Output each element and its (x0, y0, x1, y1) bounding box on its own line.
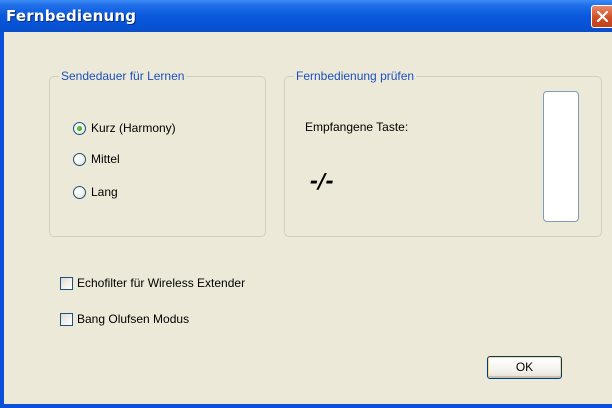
received-key-value: -/- (310, 169, 334, 193)
ok-button[interactable]: OK (487, 356, 562, 379)
checkbox-bang-olufsen-label: Bang Olufsen Modus (77, 312, 190, 326)
title-bar[interactable]: Fernbedienung (0, 0, 612, 32)
radio-kurz-button[interactable] (73, 121, 86, 135)
radio-kurz-label: Kurz (Harmony) (91, 121, 176, 135)
radio-lang[interactable]: Lang (73, 185, 118, 199)
radio-lang-label: Lang (91, 185, 118, 199)
group-sendedauer: Sendedauer für Lernen Kurz (Harmony) Mit… (49, 69, 266, 237)
radio-mittel-button[interactable] (73, 152, 86, 166)
group-sendedauer-title: Sendedauer für Lernen (59, 69, 187, 83)
group-pruefen: Fernbedienung prüfen Empfangene Taste: -… (284, 69, 602, 237)
radio-mittel[interactable]: Mittel (73, 152, 120, 166)
radio-selected-dot (77, 125, 82, 131)
group-pruefen-title: Fernbedienung prüfen (294, 69, 417, 83)
checkbox-echofilter-label: Echofilter für Wireless Extender (77, 276, 246, 290)
close-button[interactable] (591, 5, 612, 28)
window-title: Fernbedienung (6, 7, 137, 25)
radio-kurz[interactable]: Kurz (Harmony) (73, 121, 176, 135)
radio-mittel-label: Mittel (91, 152, 120, 166)
signal-display-box (543, 91, 579, 222)
checkbox-bang-olufsen-box[interactable] (60, 312, 73, 326)
checkbox-echofilter[interactable]: Echofilter für Wireless Extender (60, 276, 245, 290)
checkbox-bang-olufsen[interactable]: Bang Olufsen Modus (60, 312, 189, 326)
dialog-window: Fernbedienung Sendedauer für Lernen Kurz… (0, 0, 612, 408)
radio-lang-button[interactable] (73, 185, 86, 199)
checkbox-echofilter-box[interactable] (60, 276, 73, 290)
received-key-label: Empfangene Taste: (305, 120, 409, 134)
dialog-client: Sendedauer für Lernen Kurz (Harmony) Mit… (4, 32, 612, 404)
close-icon (597, 11, 608, 22)
